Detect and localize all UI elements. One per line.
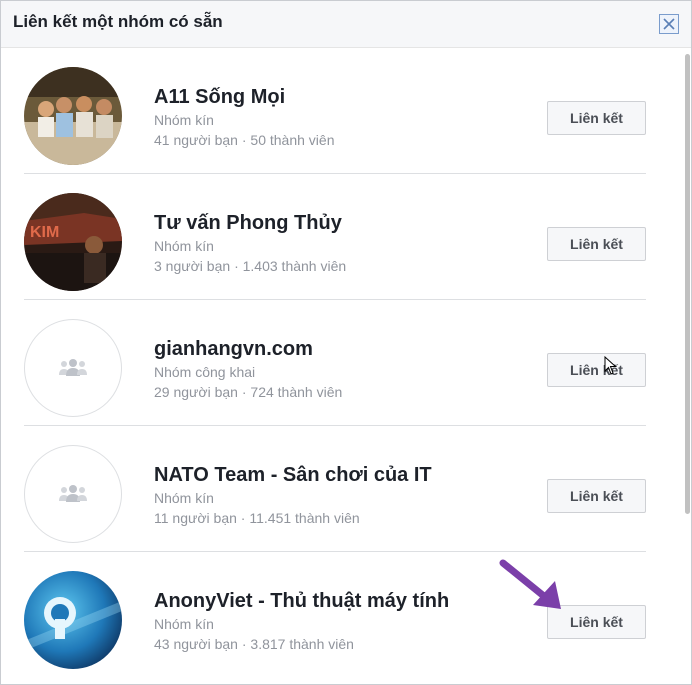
group-type: Nhóm kín [154, 616, 214, 632]
scrollbar[interactable] [684, 48, 691, 684]
svg-text:KIM: KIM [30, 224, 59, 241]
group-row: AnonyViet - Thủ thuật máy tính Nhóm kín … [1, 552, 681, 678]
friends-count: 29 người bạn [154, 384, 238, 400]
dialog-header: Liên kết một nhóm có sẵn [1, 1, 691, 48]
link-button[interactable]: Liên kết [547, 101, 646, 135]
members-count: 11.451 thành viên [249, 510, 360, 526]
stats-separator: · [240, 510, 246, 526]
group-name[interactable]: NATO Team - Sân chơi của IT [154, 464, 432, 487]
friends-count: 43 người bạn [154, 636, 238, 652]
group-type: Nhóm công khai [154, 364, 256, 380]
group-avatar: KIM [24, 193, 122, 291]
group-stats: 29 người bạn · 724 thành viên [154, 384, 342, 400]
group-name[interactable]: gianhangvn.com [154, 338, 313, 361]
group-name[interactable]: Tư vấn Phong Thủy [154, 212, 342, 235]
group-row: KIM Tư vấn Phong Thủy Nhóm kín 3 người b… [1, 174, 681, 300]
stats-separator: · [241, 384, 247, 400]
mouse-cursor-icon [604, 356, 617, 375]
scrollbar-thumb[interactable] [685, 54, 690, 514]
group-placeholder-icon [59, 485, 87, 502]
purple-arrow-icon [499, 559, 561, 609]
stats-separator: · [234, 258, 239, 274]
group-stats: 43 người bạn · 3.817 thành viên [154, 636, 354, 652]
group-list: A11 Sống Mọi Nhóm kín 41 người bạn · 50 … [1, 48, 681, 678]
group-avatar [24, 445, 122, 543]
group-type: Nhóm kín [154, 112, 214, 128]
group-stats: 11 người bạn · 11.451 thành viên [154, 510, 360, 526]
close-button[interactable] [659, 14, 679, 34]
group-placeholder-icon [59, 359, 87, 376]
members-count: 724 thành viên [250, 384, 343, 400]
group-avatar [24, 67, 122, 165]
close-icon [663, 18, 675, 30]
dialog-title: Liên kết một nhóm có sẵn [13, 12, 223, 31]
group-row: A11 Sống Mọi Nhóm kín 41 người bạn · 50 … [1, 48, 681, 174]
friends-count: 41 người bạn [154, 132, 238, 148]
group-row: gianhangvn.com Nhóm công khai 29 người b… [1, 300, 681, 426]
members-count: 50 thành viên [250, 132, 335, 148]
group-name[interactable]: A11 Sống Mọi [154, 86, 285, 109]
group-type: Nhóm kín [154, 490, 214, 506]
stats-separator: · [241, 636, 247, 652]
link-button[interactable]: Liên kết [547, 227, 646, 261]
link-group-dialog: Liên kết một nhóm có sẵn A11 Sống Mọi Nh… [0, 0, 692, 685]
group-avatar [24, 319, 122, 417]
group-avatar [24, 571, 122, 669]
friends-count: 3 người bạn [154, 258, 231, 274]
group-row: NATO Team - Sân chơi của IT Nhóm kín 11 … [1, 426, 681, 552]
link-button[interactable]: Liên kết [547, 479, 646, 513]
group-type: Nhóm kín [154, 238, 214, 254]
group-name[interactable]: AnonyViet - Thủ thuật máy tính [154, 590, 449, 613]
members-count: 1.403 thành viên [242, 258, 347, 274]
group-stats: 41 người bạn · 50 thành viên [154, 132, 334, 148]
link-button[interactable]: Liên kết [547, 353, 646, 387]
members-count: 3.817 thành viên [250, 636, 354, 652]
stats-separator: · [241, 132, 247, 148]
friends-count: 11 người bạn [154, 510, 237, 526]
group-stats: 3 người bạn · 1.403 thành viên [154, 258, 346, 274]
